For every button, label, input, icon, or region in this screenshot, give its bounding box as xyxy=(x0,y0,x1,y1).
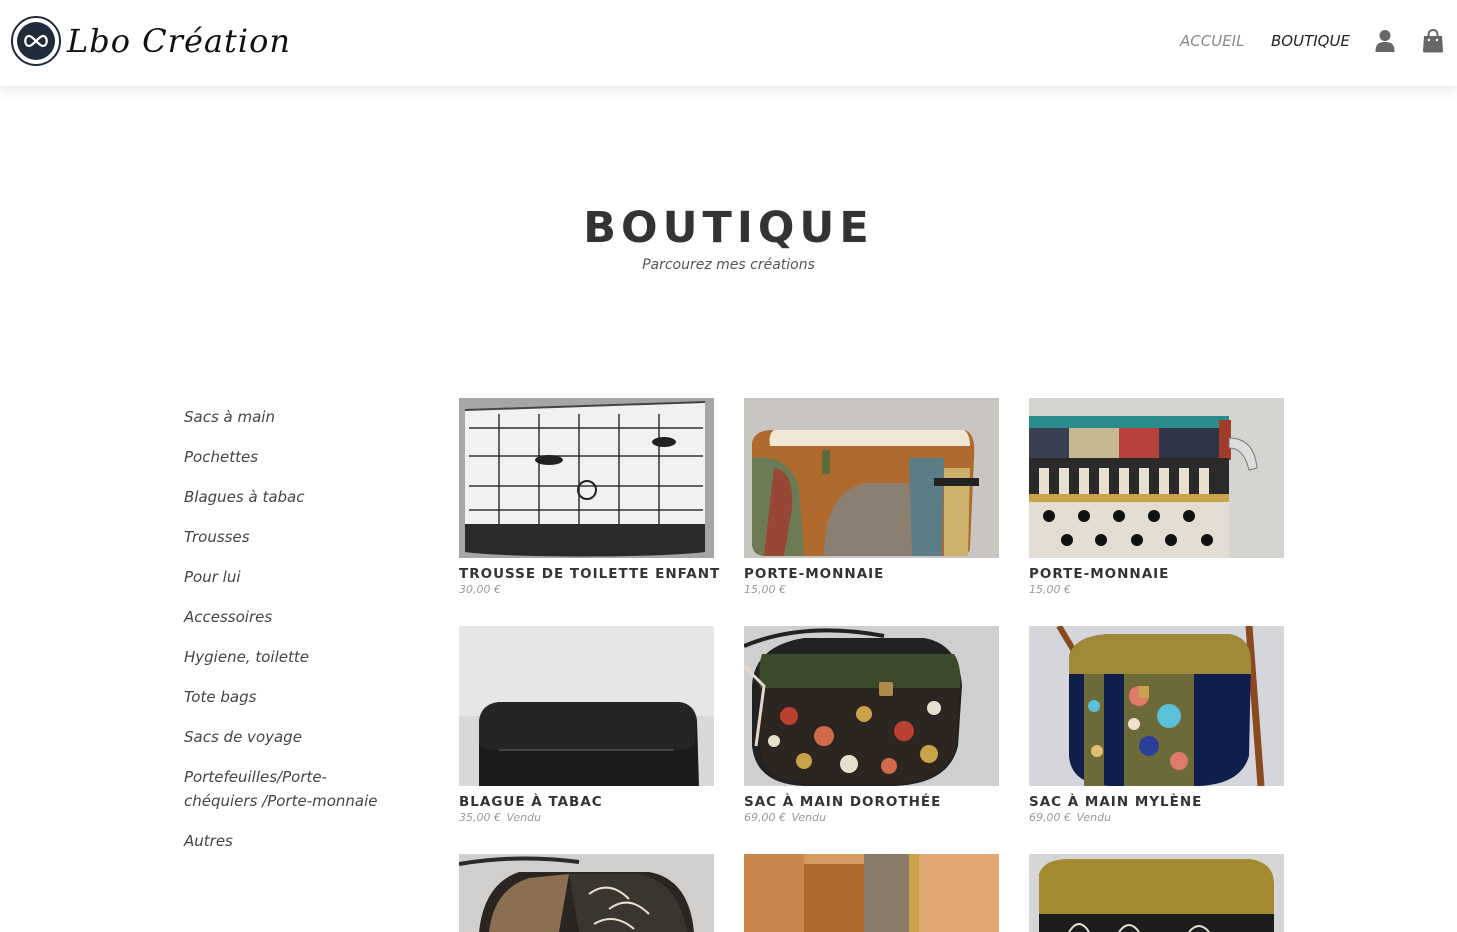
price-amount: 69,00 € xyxy=(744,811,786,824)
product-price: 15,00 € xyxy=(744,583,999,596)
product-price: 69,00 € Vendu xyxy=(744,811,999,824)
price-amount: 30,00 € xyxy=(459,583,501,596)
product-name[interactable]: SAC À MAIN MYLÈNE xyxy=(1029,794,1284,810)
sold-label: Vendu xyxy=(791,811,827,824)
category-portefeuilles[interactable]: Portefeuilles/Porte-chéquiers /Porte-mon… xyxy=(184,765,399,813)
category-hygiene-toilette[interactable]: Hygiene, toilette xyxy=(184,645,414,669)
category-accessoires[interactable]: Accessoires xyxy=(184,605,414,629)
sold-label: Vendu xyxy=(1076,811,1112,824)
product-name[interactable]: PORTE-MONNAIE xyxy=(1029,566,1284,582)
price-amount: 69,00 € xyxy=(1029,811,1071,824)
product-image[interactable] xyxy=(459,398,714,558)
product-image[interactable] xyxy=(459,854,714,932)
site-header: Lbo Création ACCUEIL BOUTIQUE xyxy=(0,0,1457,86)
product-card[interactable]: SAC À MAIN DOROTHÉE 69,00 € Vendu xyxy=(744,626,999,824)
product-name[interactable]: PORTE-MONNAIE xyxy=(744,566,999,582)
product-price: 35,00 € Vendu xyxy=(459,811,714,824)
logo-badge xyxy=(11,16,61,66)
product-price: 30,00 € xyxy=(459,583,714,596)
product-card[interactable]: TROUSSE DE TOILETTE ENFANT 30,00 € xyxy=(459,398,719,596)
shopping-bag-icon[interactable] xyxy=(1422,28,1444,53)
product-image[interactable] xyxy=(1029,398,1284,558)
price-amount: 15,00 € xyxy=(744,583,786,596)
category-sacs-a-main[interactable]: Sacs à main xyxy=(184,405,414,429)
nav-accueil[interactable]: ACCUEIL xyxy=(1180,32,1244,50)
product-name[interactable]: TROUSSE DE TOILETTE ENFANT xyxy=(459,566,719,582)
product-image[interactable] xyxy=(744,626,999,786)
sold-label: Vendu xyxy=(506,811,542,824)
product-image[interactable] xyxy=(1029,854,1284,932)
price-amount: 35,00 € xyxy=(459,811,501,824)
site-logo[interactable]: Lbo Création xyxy=(11,16,291,66)
category-autres[interactable]: Autres xyxy=(184,829,414,853)
nav-boutique[interactable]: BOUTIQUE xyxy=(1271,32,1350,50)
logo-text: Lbo Création xyxy=(67,22,291,60)
category-blagues-a-tabac[interactable]: Blagues à tabac xyxy=(184,485,414,509)
category-tote-bags[interactable]: Tote bags xyxy=(184,685,414,709)
page-title: BOUTIQUE xyxy=(583,203,874,253)
price-amount: 15,00 € xyxy=(1029,583,1071,596)
product-name[interactable]: SAC À MAIN DOROTHÉE xyxy=(744,794,999,810)
category-sacs-de-voyage[interactable]: Sacs de voyage xyxy=(184,725,414,749)
page-subtitle: Parcourez mes créations xyxy=(642,257,815,273)
product-image[interactable] xyxy=(744,854,999,932)
product-image[interactable] xyxy=(459,626,714,786)
category-pochettes[interactable]: Pochettes xyxy=(184,445,414,469)
product-card[interactable]: BLAGUE À TABAC 35,00 € Vendu xyxy=(459,626,714,824)
product-card[interactable] xyxy=(459,854,714,932)
category-sidebar: Sacs à main Pochettes Blagues à tabac Tr… xyxy=(184,405,414,869)
category-pour-lui[interactable]: Pour lui xyxy=(184,565,414,589)
product-card[interactable]: PORTE-MONNAIE 15,00 € xyxy=(744,398,999,596)
product-card[interactable] xyxy=(744,854,999,932)
category-trousses[interactable]: Trousses xyxy=(184,525,414,549)
user-icon[interactable] xyxy=(1374,29,1396,53)
product-card[interactable]: SAC À MAIN MYLÈNE 69,00 € Vendu xyxy=(1029,626,1284,824)
product-price: 69,00 € Vendu xyxy=(1029,811,1284,824)
product-card[interactable]: PORTE-MONNAIE 15,00 € xyxy=(1029,398,1284,596)
product-card[interactable] xyxy=(1029,854,1284,932)
product-image[interactable] xyxy=(1029,626,1284,786)
product-image[interactable] xyxy=(744,398,999,558)
product-name[interactable]: BLAGUE À TABAC xyxy=(459,794,714,810)
product-price: 15,00 € xyxy=(1029,583,1284,596)
infinity-icon xyxy=(17,22,55,60)
